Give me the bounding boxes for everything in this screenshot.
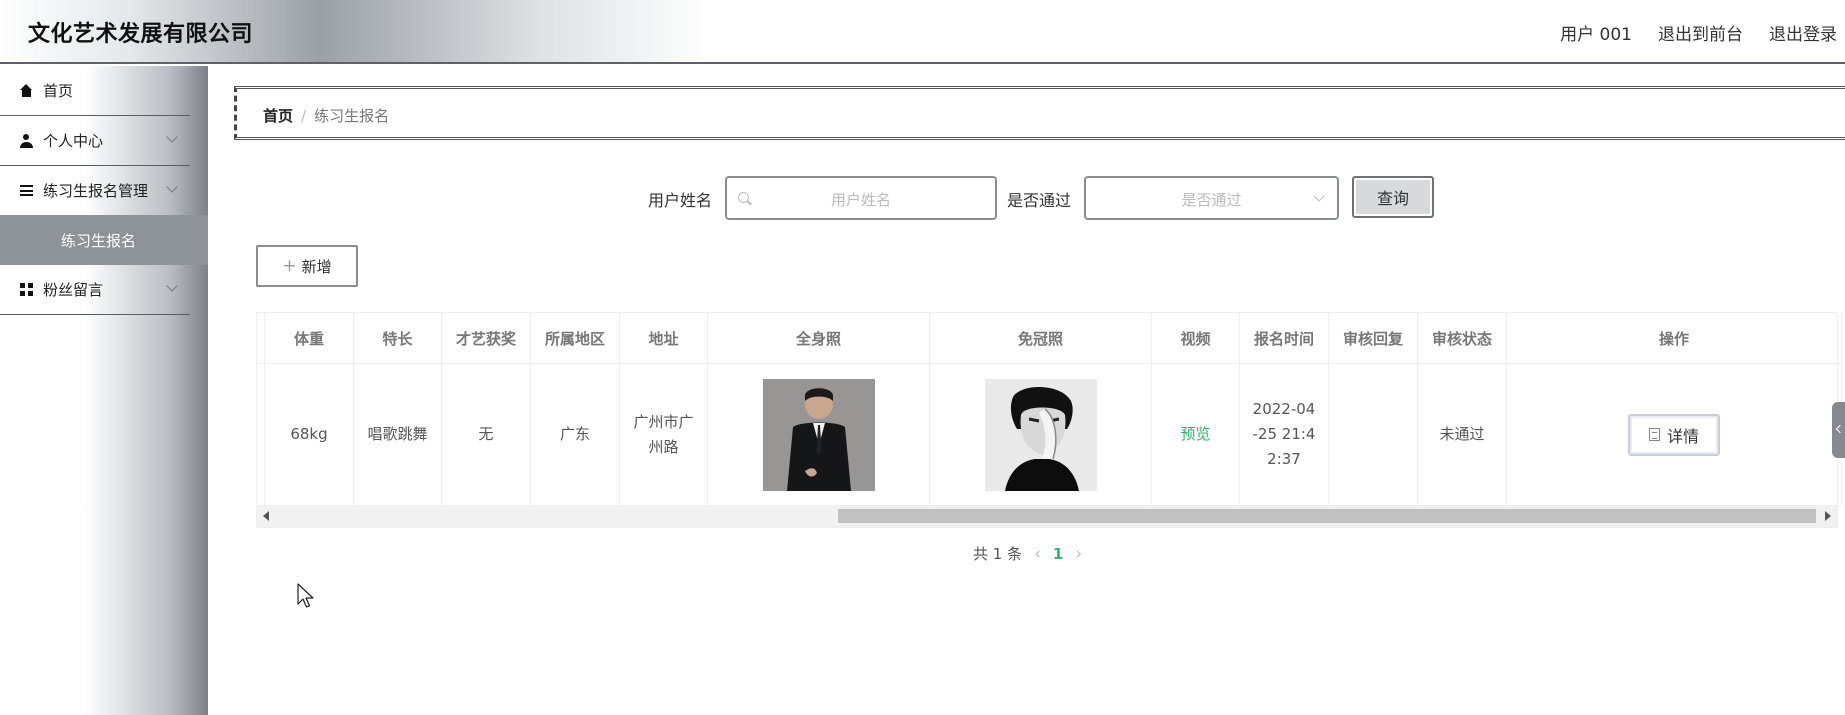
cell-region: 广东 (531, 364, 620, 505)
username-label: 用户姓名 (648, 191, 713, 210)
column-header: 特长 (354, 313, 442, 363)
column-header: 地址 (620, 313, 708, 363)
add-button-label: 新增 (301, 257, 332, 276)
sidebar-item-label: 首页 (43, 82, 74, 100)
scroll-left-arrow-icon[interactable] (263, 511, 269, 521)
cell-weight: 68kg (265, 364, 354, 505)
cell-specialty: 唱歌跳舞 (354, 364, 442, 505)
home-icon (18, 84, 34, 97)
document-icon (1648, 428, 1660, 441)
cell-video: 预览 (1152, 364, 1240, 505)
username-placeholder: 用户姓名 (830, 191, 891, 209)
prev-page-icon[interactable]: ‹ (1034, 544, 1041, 564)
grid-icon (18, 283, 34, 296)
column-header: 免冠照 (930, 313, 1152, 363)
cell-award: 无 (442, 364, 531, 505)
pagination-total: 共 1 条 (973, 545, 1023, 563)
list-icon (18, 185, 34, 196)
app-title: 文化艺术发展有限公司 (28, 22, 254, 47)
cell-audit-reply (1329, 364, 1418, 505)
add-button[interactable]: + 新增 (256, 245, 358, 287)
cell-signup-time: 2022-04-25 21:42:37 (1240, 364, 1329, 505)
table-row-spacer (257, 364, 265, 505)
column-header: 视频 (1152, 313, 1240, 363)
cell-audit-status: 未通过 (1418, 364, 1507, 505)
pass-status-select[interactable]: 是否通过 (1084, 176, 1339, 220)
sidebar-item-label: 粉丝留言 (43, 281, 104, 299)
video-preview-link[interactable]: 预览 (1180, 422, 1210, 447)
column-header: 所属地区 (531, 313, 620, 363)
plus-icon: + (282, 256, 297, 276)
headshot-photo[interactable] (984, 378, 1097, 491)
top-links: 用户 001 退出到前台 退出登录 (1560, 20, 1845, 45)
full-body-photo[interactable] (762, 378, 875, 491)
scroll-right-arrow-icon[interactable] (1825, 511, 1831, 521)
table-header-row: 体重 特长 才艺获奖 所属地区 地址 全身照 免冠照 视频 报名时间 审核回复 … (257, 313, 1842, 364)
detail-button-label: 详情 (1666, 426, 1699, 446)
pass-status-placeholder: 是否通过 (1181, 191, 1242, 209)
mouse-cursor-icon (297, 583, 314, 608)
sidebar-item-label: 个人中心 (43, 132, 104, 150)
column-header: 操作 (1507, 313, 1842, 363)
scrollbar-thumb[interactable] (838, 509, 1816, 523)
column-header: 体重 (265, 313, 354, 363)
column-header: 才艺获奖 (442, 313, 531, 363)
top-header: 文化艺术发展有限公司 用户 001 退出到前台 退出登录 (0, 0, 1845, 64)
user-icon (18, 133, 34, 148)
sidebar-subitem-trainee-signup[interactable]: 练习生报名 (0, 215, 208, 265)
side-collapse-tab[interactable] (1832, 402, 1845, 458)
sidebar-item-home[interactable]: 首页 (0, 66, 190, 116)
query-button[interactable]: 查询 (1352, 176, 1434, 218)
column-header: 审核回复 (1329, 313, 1418, 363)
logout-link[interactable]: 退出登录 (1769, 20, 1837, 45)
chevron-down-icon (166, 280, 178, 292)
column-header: 全身照 (708, 313, 930, 363)
current-user-link[interactable]: 用户 001 (1560, 20, 1632, 45)
cell-actions: 详情 (1507, 364, 1842, 505)
breadcrumb-container: 首页 / 练习生报名 (234, 86, 1845, 140)
exit-to-frontend-link[interactable]: 退出到前台 (1658, 20, 1743, 45)
breadcrumb-current: 练习生报名 (314, 107, 390, 125)
sidebar-item-fan-messages[interactable]: 粉丝留言 (0, 265, 190, 315)
table-row: 68kg 唱歌跳舞 无 广东 广州市广州路 预览 2022-04-25 21:4… (257, 364, 1842, 505)
data-table: 体重 特长 才艺获奖 所属地区 地址 全身照 免冠照 视频 报名时间 审核回复 … (256, 312, 1842, 528)
chevron-down-icon (166, 181, 178, 193)
cell-full-body-photo (708, 364, 930, 505)
table-header-spacer (257, 313, 265, 363)
sidebar: 首页 个人中心 练习生报名管理 练习生报名 粉丝留言 (0, 66, 208, 715)
column-header: 审核状态 (1418, 313, 1507, 363)
sidebar-item-personal-center[interactable]: 个人中心 (0, 116, 190, 166)
breadcrumb-home[interactable]: 首页 (263, 107, 293, 125)
breadcrumb: 首页 / 练习生报名 (263, 105, 389, 126)
column-header: 报名时间 (1240, 313, 1329, 363)
username-input[interactable]: 用户姓名 (725, 176, 997, 220)
breadcrumb-separator: / (301, 107, 307, 125)
chevron-down-icon (166, 131, 178, 143)
horizontal-scrollbar[interactable] (257, 505, 1837, 527)
cell-headshot (930, 364, 1152, 505)
cell-address: 广州市广州路 (620, 364, 708, 505)
detail-button[interactable]: 详情 (1628, 413, 1720, 456)
sidebar-item-label: 练习生报名管理 (43, 182, 149, 200)
pass-status-label: 是否通过 (1007, 191, 1072, 210)
page-number[interactable]: 1 (1053, 545, 1063, 563)
next-page-icon[interactable]: › (1075, 544, 1082, 564)
sidebar-item-trainee-management[interactable]: 练习生报名管理 (0, 166, 190, 216)
pagination: 共 1 条 ‹ 1 › (973, 543, 1094, 564)
